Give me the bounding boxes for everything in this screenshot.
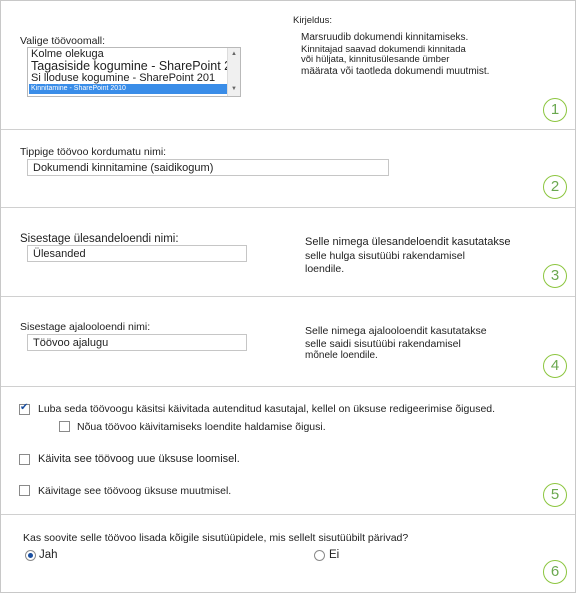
history-list-input[interactable]: Töövoo ajalugu <box>27 334 247 351</box>
workflow-name-input[interactable]: Dokumendi kinnitamine (saidikogum) <box>27 159 389 176</box>
section-task-list: Sisestage ülesandeloendi nimi: Ülesanded… <box>1 208 575 297</box>
workflow-name-label: Tippige töövoo kordumatu nimi: <box>20 146 167 158</box>
history-list-label: Sisestage ajalooloendi nimi: <box>20 321 151 333</box>
task-list-input[interactable]: Ülesanded <box>27 245 247 262</box>
step-number-badge: 5 <box>543 483 567 507</box>
task-list-label: Sisestage ülesandeloendi nimi: <box>20 233 179 245</box>
template-listbox[interactable]: Kolme olekuga Tagasiside kogumine - Shar… <box>27 47 241 97</box>
section-template: Valige töövoomall: Kolme olekuga Tagasis… <box>1 1 575 130</box>
manual-start-checkbox[interactable] <box>19 402 30 415</box>
step-number-badge: 1 <box>543 98 567 122</box>
radio-yes[interactable] <box>25 550 36 561</box>
scroll-up-icon[interactable]: ▲ <box>231 51 237 57</box>
template-label: Valige töövoomall: <box>20 35 106 47</box>
inheritance-question: Kas soovite selle töövoo lisada kõigile … <box>23 532 409 544</box>
step-number-badge: 3 <box>543 264 567 288</box>
listbox-scrollbar[interactable]: ▲ ▼ <box>227 48 240 96</box>
step-number-badge: 4 <box>543 354 567 378</box>
radio-yes-label: Jah <box>39 549 58 561</box>
require-manage-label: Nõua töövoo käivitamiseks loendite halda… <box>77 421 326 433</box>
step-number-badge: 6 <box>543 560 567 584</box>
start-on-create-label: Käivita see töövoog uue üksuse loomisel. <box>38 453 240 465</box>
template-option-selected[interactable]: Kinnitamine - SharePoint 2010 <box>29 84 227 94</box>
description-label: Kirjeldus: <box>293 15 333 26</box>
start-on-create-checkbox[interactable] <box>19 454 30 465</box>
template-option[interactable]: Tagasiside kogumine - SharePoint 20 IC <box>31 59 240 73</box>
manual-start-label: Luba seda töövoogu käsitsi käivitada aut… <box>38 403 496 415</box>
section-workflow-name: Tippige töövoo kordumatu nimi: Dokumendi… <box>1 130 575 208</box>
section-history-list: Sisestage ajalooloendi nimi: Töövoo ajal… <box>1 297 575 387</box>
template-option[interactable]: Si lloduse kogumine - SharePoint 201 <box>31 72 215 84</box>
scroll-down-icon[interactable]: ▼ <box>231 86 237 92</box>
step-number-badge: 2 <box>543 175 567 199</box>
require-manage-checkbox[interactable] <box>59 421 70 432</box>
start-on-change-label: Käivitage see töövoog üksuse muutmisel. <box>38 485 232 497</box>
start-on-change-checkbox[interactable] <box>19 485 30 496</box>
radio-no[interactable] <box>314 550 325 561</box>
section-inheritance: Kas soovite selle töövoo lisada kõigile … <box>1 515 575 591</box>
radio-no-label: Ei <box>329 549 340 561</box>
section-start-options: Luba seda töövoogu käsitsi käivitada aut… <box>1 387 575 515</box>
